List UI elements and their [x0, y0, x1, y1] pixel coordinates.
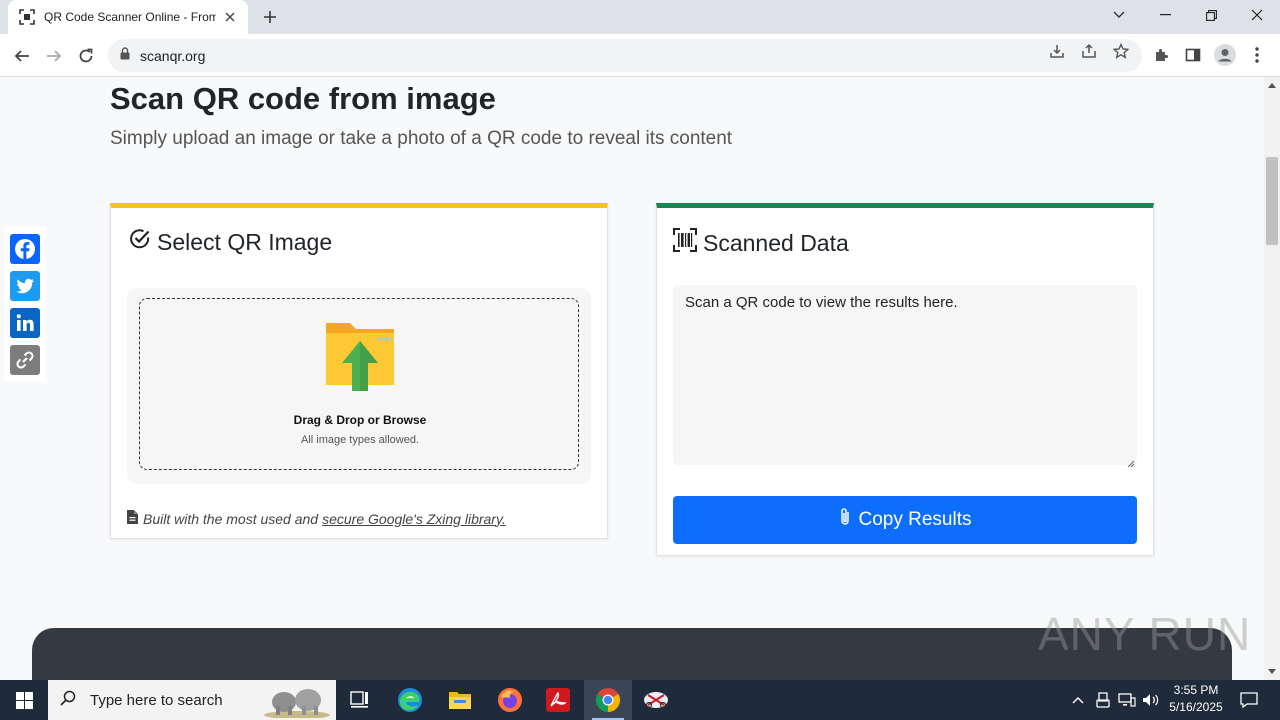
built-with-text: Built with the most used and [143, 510, 319, 527]
adobe-acrobat-icon[interactable] [534, 680, 582, 720]
file-icon [127, 510, 138, 527]
snipping-tool-icon[interactable] [632, 680, 680, 720]
windows-start-icon[interactable] [0, 680, 48, 720]
edge-browser-icon[interactable] [386, 680, 434, 720]
file-explorer-icon[interactable] [436, 680, 484, 720]
anyrun-watermark: ANY RUN [1038, 608, 1252, 660]
copy-results-button[interactable]: Copy Results [673, 496, 1137, 544]
upload-area: Drag & Drop or Browse All image types al… [127, 288, 591, 484]
facebook-icon[interactable] [8, 232, 42, 266]
show-hidden-icons-icon[interactable] [1068, 680, 1088, 720]
clock-date: 5/16/2025 [1169, 700, 1223, 714]
results-placeholder: Scan a QR code to view the results here. [685, 294, 958, 311]
notifications-icon[interactable] [1234, 680, 1264, 720]
share-sidebar [4, 227, 46, 382]
copy-results-label: Copy Results [858, 509, 972, 530]
minimize-button[interactable] [1142, 0, 1188, 30]
menu-icon[interactable] [1246, 44, 1268, 66]
select-card-header: Select QR Image [129, 228, 332, 256]
page-lead: Simply upload an image or take a photo o… [110, 128, 733, 149]
results-textarea[interactable]: Scan a QR code to view the results here. [673, 285, 1137, 468]
check-circle-icon [129, 228, 157, 256]
extensions-icon[interactable] [1150, 44, 1172, 66]
search-placeholder: Type here to search [90, 691, 223, 709]
copy-link-icon[interactable] [8, 343, 42, 377]
built-with-note: Built with the most used and secure Goog… [127, 510, 506, 527]
scrollbar-thumb[interactable] [1266, 157, 1278, 245]
usb-device-icon[interactable] [1092, 680, 1114, 720]
search-icon [60, 690, 76, 711]
resize-handle-icon[interactable] [1127, 455, 1135, 468]
dropzone-subtitle: All image types allowed. [300, 434, 419, 446]
upload-folder-icon [324, 319, 396, 391]
qr-favicon-icon [18, 8, 36, 26]
forward-button[interactable] [40, 42, 68, 70]
scanned-card-header: Scanned Data [673, 228, 849, 258]
page-title: Scan QR code from image [110, 81, 496, 116]
profile-avatar-icon[interactable] [1214, 44, 1236, 66]
bookmark-star-icon[interactable] [1112, 42, 1130, 60]
tab-search-icon[interactable] [1096, 0, 1142, 30]
tab-title: QR Code Scanner Online - From [44, 10, 216, 24]
lock-icon [120, 46, 130, 65]
tab-close-icon[interactable] [222, 9, 238, 25]
select-qr-card: Select QR Image Drag & Drop or Browse Al… [110, 203, 608, 539]
chrome-icon[interactable] [584, 680, 632, 720]
zxing-library-link[interactable]: secure Google's Zxing library. [322, 511, 506, 527]
twitter-icon[interactable] [8, 269, 42, 303]
barcode-scan-icon [673, 228, 703, 258]
drop-zone[interactable]: Drag & Drop or Browse All image types al… [139, 298, 579, 470]
elephants-highlight-icon [262, 682, 332, 719]
browser-toolbar: scanqr.org [0, 34, 1280, 77]
scanned-data-card: Scanned Data Scan a QR code to view the … [656, 203, 1154, 556]
page-content: Scan QR code from image Simply upload an… [0, 77, 1264, 680]
volume-icon[interactable] [1140, 680, 1162, 720]
address-bar[interactable]: scanqr.org [108, 39, 1142, 72]
linkedin-icon[interactable] [8, 306, 42, 340]
network-icon[interactable] [1116, 680, 1138, 720]
taskbar-clock[interactable]: 3:55 PM 5/16/2025 [1162, 682, 1230, 716]
paperclip-icon [839, 507, 859, 533]
share-page-icon[interactable] [1080, 42, 1098, 60]
new-tab-button[interactable] [258, 6, 282, 28]
close-window-button[interactable] [1234, 0, 1280, 30]
install-app-icon[interactable] [1048, 42, 1066, 60]
url-text: scanqr.org [140, 47, 206, 64]
restore-button[interactable] [1188, 0, 1234, 30]
browser-tab[interactable]: QR Code Scanner Online - From [8, 0, 248, 34]
scroll-up-icon[interactable] [1268, 83, 1276, 88]
side-panel-icon[interactable] [1182, 44, 1204, 66]
windows-taskbar: Type here to search 3:55 PM 5/16/2025 [0, 680, 1280, 720]
scroll-down-icon[interactable] [1268, 669, 1276, 674]
clock-time: 3:55 PM [1173, 683, 1219, 697]
page-scrollbar[interactable] [1264, 77, 1280, 680]
scanned-card-title: Scanned Data [703, 229, 849, 256]
dropzone-title: Drag & Drop or Browse [293, 413, 427, 427]
firefox-icon[interactable] [486, 680, 534, 720]
tab-bar: QR Code Scanner Online - From [0, 0, 1280, 34]
task-view-icon[interactable] [336, 680, 384, 720]
reload-button[interactable] [72, 42, 100, 70]
back-button[interactable] [8, 42, 36, 70]
select-card-title: Select QR Image [157, 228, 333, 255]
taskbar-search-box[interactable]: Type here to search [48, 680, 336, 720]
